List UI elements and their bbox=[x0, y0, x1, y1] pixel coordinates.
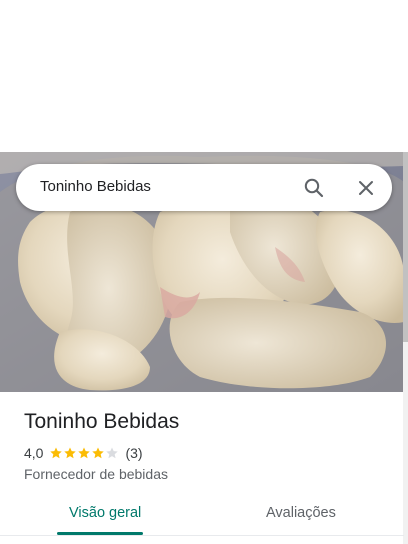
place-title: Toninho Bebidas bbox=[24, 410, 180, 433]
close-icon[interactable] bbox=[354, 176, 378, 200]
blank-area bbox=[0, 0, 408, 152]
rating-row[interactable]: 4,0 (3) bbox=[24, 444, 143, 462]
search-icon[interactable] bbox=[302, 176, 326, 200]
tab-bar: Visão geral Avaliações bbox=[0, 492, 404, 544]
search-box[interactable]: Toninho Bebidas bbox=[16, 164, 392, 211]
star-icon bbox=[92, 447, 105, 459]
tab-reviews[interactable]: Avaliações bbox=[266, 505, 336, 521]
tab-overview[interactable]: Visão geral bbox=[69, 505, 141, 521]
star-icon bbox=[106, 447, 119, 459]
rating-value: 4,0 bbox=[24, 445, 44, 461]
tabs-divider bbox=[0, 535, 404, 536]
star-icon bbox=[78, 447, 91, 459]
search-query[interactable]: Toninho Bebidas bbox=[40, 178, 151, 195]
star-icon bbox=[64, 447, 77, 459]
review-count[interactable]: (3) bbox=[125, 445, 142, 461]
scrollbar[interactable] bbox=[403, 152, 408, 544]
scrollbar-thumb[interactable] bbox=[403, 152, 408, 342]
star-icon bbox=[50, 447, 63, 459]
rating-stars bbox=[49, 446, 119, 460]
place-category: Fornecedor de bebidas bbox=[24, 466, 168, 482]
